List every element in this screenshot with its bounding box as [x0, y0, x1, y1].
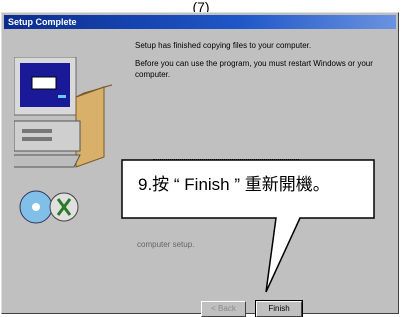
radio-selected-dot: [144, 163, 147, 166]
setup-complete-dialog: Setup Complete Setup has finished copyin…: [1, 12, 399, 317]
back-button[interactable]: < Back: [201, 301, 246, 317]
window-title: Setup Complete: [8, 17, 77, 27]
cpu-case-icon: [14, 120, 81, 152]
restart-instructions-text: Before you can use the program, you must…: [135, 59, 373, 79]
restart-now-label[interactable]: Yes, I want to restart my computer now.: [153, 159, 299, 172]
computer-illustration: [14, 57, 113, 224]
setup-footer-text: computer setup.: [137, 240, 195, 249]
radio-button[interactable]: [141, 160, 149, 168]
finish-button[interactable]: Finish: [255, 300, 303, 317]
finished-copying-text: Setup has finished copying files to your…: [135, 41, 312, 50]
keyboard-icon: [14, 154, 81, 168]
callout-text: 9.按 “ Finish ” 重新開機。: [138, 175, 330, 194]
title-bar[interactable]: Setup Complete: [4, 15, 396, 29]
